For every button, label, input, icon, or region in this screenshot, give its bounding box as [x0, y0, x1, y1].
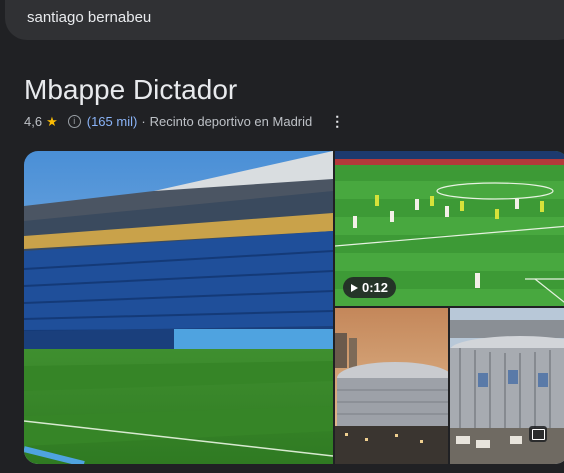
photo-gallery: 0:12 [24, 151, 564, 464]
search-input[interactable] [25, 4, 529, 30]
place-category: Recinto deportivo en Madrid [149, 114, 313, 129]
photo-gallery-icon[interactable] [529, 426, 547, 442]
reviews-count-link[interactable]: (165 mil) [87, 114, 138, 129]
rating-value: 4,6 [24, 114, 43, 129]
meta-separator: · [141, 114, 146, 129]
info-icon[interactable]: i [67, 115, 81, 128]
video-duration: 0:12 [362, 280, 389, 295]
star-icon: ★ [46, 113, 58, 129]
search-bar[interactable] [5, 0, 564, 40]
more-options-icon[interactable]: ⋮ [330, 113, 344, 130]
match-video-thumbnail[interactable]: 0:12 [335, 151, 564, 306]
video-duration-badge: 0:12 [343, 277, 397, 298]
place-title: Mbappe Dictador [24, 74, 238, 105]
stadium-render-photo[interactable] [335, 308, 448, 464]
play-icon [351, 283, 358, 292]
stadium-exterior-photo[interactable] [450, 308, 564, 464]
place-meta: 4,6 ★ i (165 mil) · Recinto deportivo en… [24, 113, 344, 130]
stadium-main-photo[interactable] [24, 151, 333, 464]
